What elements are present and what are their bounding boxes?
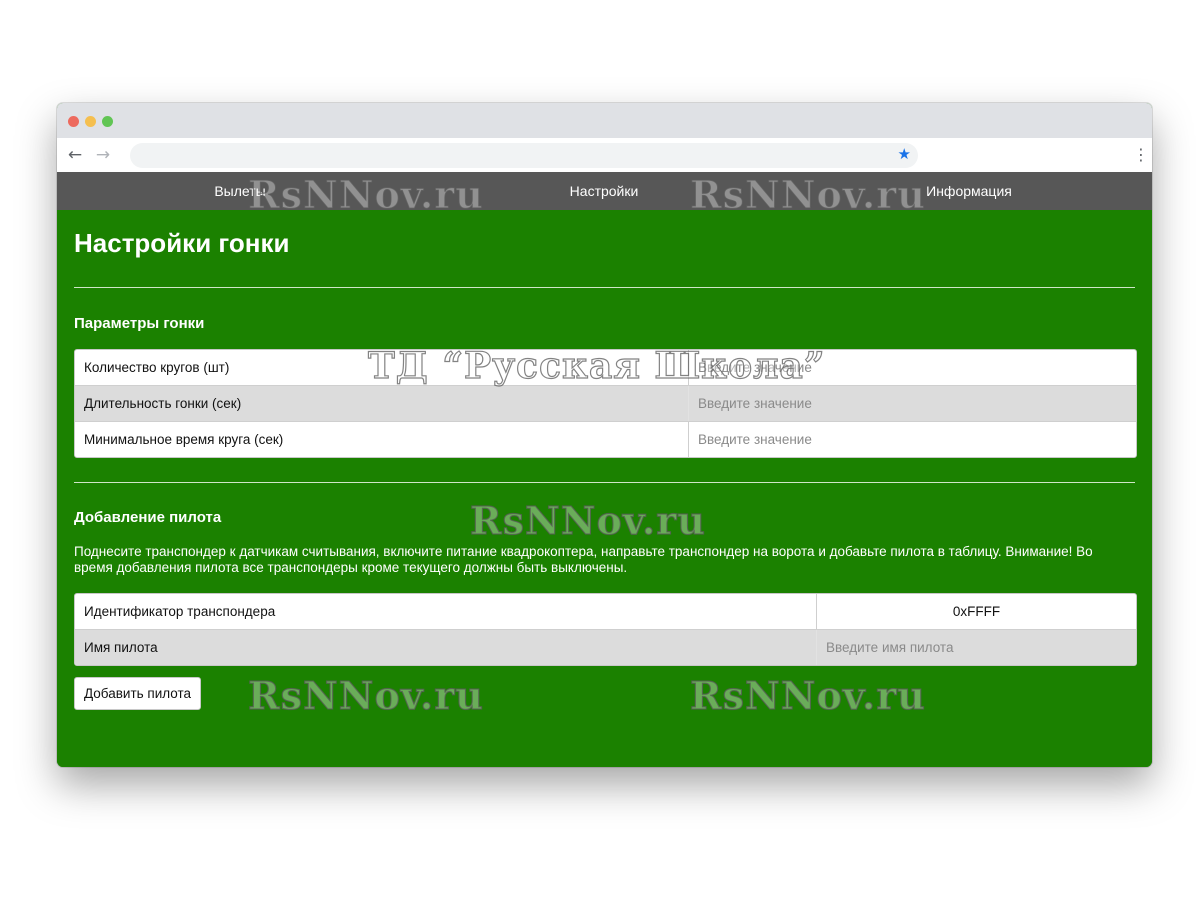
browser-window: ← → ★ ⋮ Вылеты Настройки Информация Наст… [57,103,1152,767]
table-row: Идентификатор транспондера 0xFFFF [75,594,1136,630]
forward-arrow-icon[interactable]: → [92,144,114,166]
race-duration-label: Длительность гонки (сек) [84,396,242,411]
pilot-name-input[interactable] [816,630,1136,665]
address-bar[interactable]: ★ [130,143,918,168]
race-params-table: Количество кругов (шт) Длительность гонк… [74,349,1137,458]
add-pilot-table: Идентификатор транспондера 0xFFFF Имя пи… [74,593,1137,666]
divider [74,482,1135,483]
maximize-window-button[interactable] [102,116,113,127]
race-params-title: Параметры гонки [74,315,205,332]
nav-item-settings[interactable]: Настройки [570,172,639,210]
minimize-window-button[interactable] [85,116,96,127]
add-pilot-instructions: Поднесите транспондер к датчикам считыва… [74,544,1093,575]
laps-count-label: Количество кругов (шт) [84,360,230,375]
table-row: Имя пилота [75,630,1136,665]
pilot-name-label: Имя пилота [84,640,158,655]
transponder-id-label: Идентификатор транспондера [84,604,276,619]
page-content: Вылеты Настройки Информация Настройки го… [57,172,1152,767]
top-navigation: Вылеты Настройки Информация [57,172,1152,210]
transponder-id-value: 0xFFFF [816,594,1136,629]
page-title: Настройки гонки [74,228,290,258]
browser-toolbar: ← → ★ ⋮ [57,138,1152,173]
table-row: Длительность гонки (сек) [75,386,1136,422]
divider [74,287,1135,288]
min-lap-time-label: Минимальное время круга (сек) [84,432,284,447]
nav-item-flights[interactable]: Вылеты [214,172,265,210]
race-duration-input[interactable] [688,386,1136,421]
add-pilot-button[interactable]: Добавить пилота [74,677,202,710]
bookmark-star-icon[interactable]: ★ [898,145,911,163]
laps-count-input[interactable] [688,350,1136,385]
close-window-button[interactable] [68,116,79,127]
table-row: Минимальное время круга (сек) [75,422,1136,457]
add-pilot-title: Добавление пилота [74,509,222,526]
back-arrow-icon[interactable]: ← [64,144,86,166]
browser-menu-icon[interactable]: ⋮ [1133,144,1149,166]
table-row: Количество кругов (шт) [75,350,1136,386]
browser-titlebar [57,103,1152,138]
min-lap-time-input[interactable] [688,422,1136,457]
nav-item-info[interactable]: Информация [926,172,1012,210]
